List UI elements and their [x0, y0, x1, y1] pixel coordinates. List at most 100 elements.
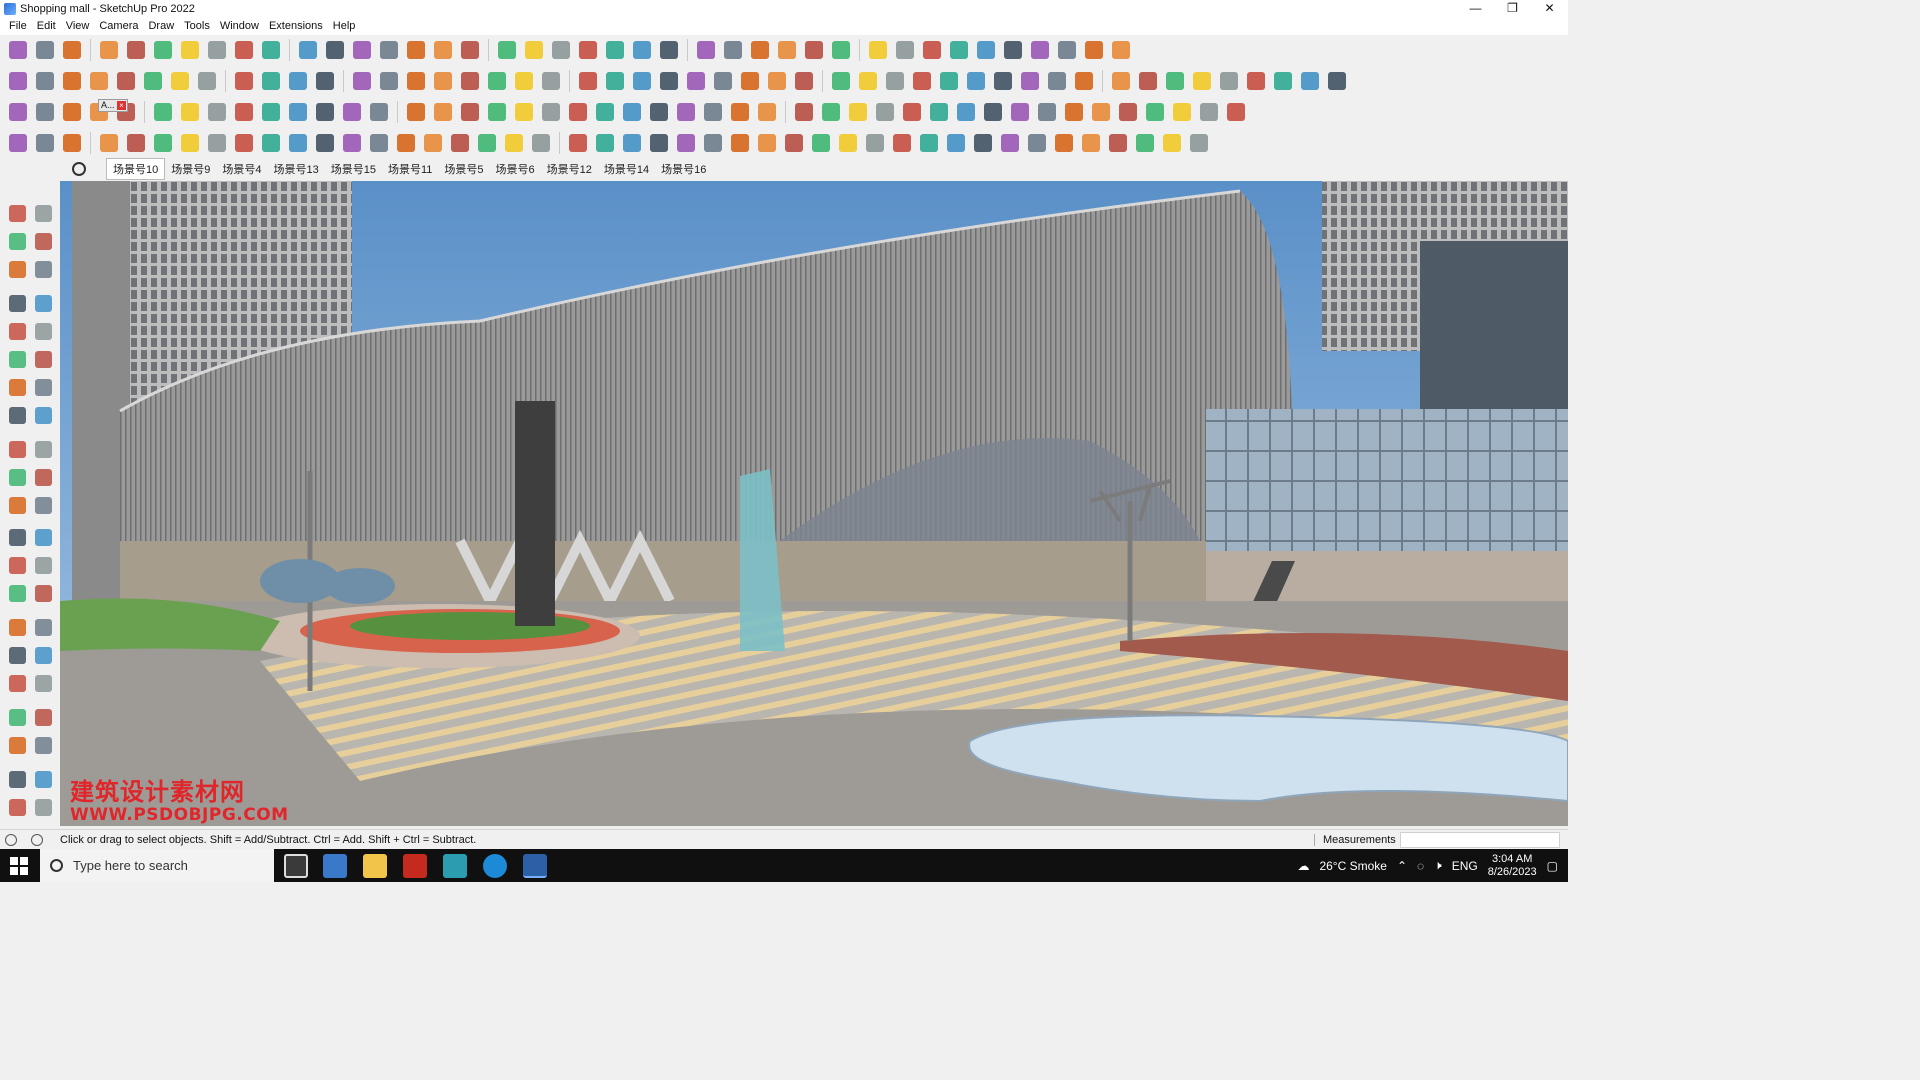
toolbar-tool-icon[interactable] — [630, 38, 654, 62]
toolbar-tool-icon[interactable] — [566, 100, 590, 124]
toolbar-tool-icon[interactable] — [1055, 38, 1079, 62]
toolbar-tool-icon[interactable] — [394, 131, 418, 155]
left-tool-icon[interactable] — [32, 348, 54, 370]
menu-tools[interactable]: Tools — [179, 18, 215, 35]
geo-location-icon[interactable] — [5, 833, 17, 846]
toolbar-tool-icon[interactable] — [529, 131, 553, 155]
toolbar-tool-icon[interactable] — [836, 131, 860, 155]
toolbar-tool-icon[interactable] — [748, 38, 772, 62]
sketchup-taskbar-icon[interactable] — [523, 854, 547, 878]
toolbar-tool-icon[interactable] — [856, 69, 880, 93]
toolbar-tool-icon[interactable] — [819, 100, 843, 124]
toolbar-tool-icon[interactable] — [981, 100, 1005, 124]
toolbar-tool-icon[interactable] — [890, 131, 914, 155]
toolbar-tool-icon[interactable] — [1018, 69, 1042, 93]
model-viewport[interactable] — [60, 181, 1568, 826]
toolbar-tool-icon[interactable] — [809, 131, 833, 155]
toolbar-tool-icon[interactable] — [458, 100, 482, 124]
toolbar-tool-icon[interactable] — [1170, 100, 1194, 124]
toolbar-tool-icon[interactable] — [701, 100, 725, 124]
menu-camera[interactable]: Camera — [94, 18, 143, 35]
menu-window[interactable]: Window — [215, 18, 264, 35]
left-tool-icon[interactable] — [6, 706, 28, 728]
toolbar-tool-icon[interactable] — [755, 100, 779, 124]
toolbar-tool-icon[interactable] — [178, 131, 202, 155]
toolbar-tool-icon[interactable] — [539, 69, 563, 93]
toolbar-tool-icon[interactable] — [232, 100, 256, 124]
toolbar-tool-icon[interactable] — [60, 69, 84, 93]
notifications-icon[interactable]: ▢ — [1547, 859, 1558, 873]
toolbar-tool-icon[interactable] — [313, 69, 337, 93]
toolbar-tool-icon[interactable] — [485, 69, 509, 93]
toolbar-tool-icon[interactable] — [1109, 38, 1133, 62]
toolbar-tool-icon[interactable] — [603, 69, 627, 93]
left-tool-icon[interactable] — [32, 672, 54, 694]
toolbar-tool-icon[interactable] — [33, 69, 57, 93]
toolbar-tool-icon[interactable] — [991, 69, 1015, 93]
toolbar-tool-icon[interactable] — [647, 100, 671, 124]
toolbar-tool-icon[interactable] — [350, 69, 374, 93]
toolbar-tool-icon[interactable] — [829, 69, 853, 93]
toolbar-tool-icon[interactable] — [1072, 69, 1096, 93]
toolbar-tool-icon[interactable] — [893, 38, 917, 62]
toolbar-tool-icon[interactable] — [576, 69, 600, 93]
toolbar-tool-icon[interactable] — [1109, 69, 1133, 93]
toolbar-tool-icon[interactable] — [947, 38, 971, 62]
calculator-app-icon[interactable] — [323, 854, 347, 878]
toolbar-tool-icon[interactable] — [927, 100, 951, 124]
scene-tab[interactable]: 场景号14 — [598, 159, 655, 179]
toolbar-tool-icon[interactable] — [502, 131, 526, 155]
toolbar-tool-icon[interactable] — [114, 69, 138, 93]
toolbar-tool-icon[interactable] — [866, 38, 890, 62]
toolbar-tool-icon[interactable] — [431, 38, 455, 62]
toolbar-tool-icon[interactable] — [60, 100, 84, 124]
scene-tab[interactable]: 场景号12 — [541, 159, 598, 179]
toolbar-tool-icon[interactable] — [6, 69, 30, 93]
toolbar-tool-icon[interactable] — [873, 100, 897, 124]
toolbar-tool-icon[interactable] — [620, 131, 644, 155]
toolbar-tool-icon[interactable] — [33, 100, 57, 124]
scene-tab[interactable]: 场景号4 — [216, 159, 267, 179]
toolbar-tool-icon[interactable] — [620, 100, 644, 124]
left-tool-icon[interactable] — [32, 376, 54, 398]
toolbar-tool-icon[interactable] — [910, 69, 934, 93]
measurements-input[interactable] — [1400, 831, 1560, 848]
left-tool-icon[interactable] — [6, 616, 28, 638]
toolbar-tool-icon[interactable] — [694, 38, 718, 62]
toolbar-tool-icon[interactable] — [829, 38, 853, 62]
left-tool-icon[interactable] — [32, 768, 54, 790]
network-icon[interactable]: ◌ — [1417, 859, 1424, 873]
toolbar-tool-icon[interactable] — [1106, 131, 1130, 155]
left-tool-icon[interactable] — [6, 348, 28, 370]
left-tool-icon[interactable] — [32, 292, 54, 314]
left-tool-icon[interactable] — [6, 202, 28, 224]
toolbar-tool-icon[interactable] — [1001, 38, 1025, 62]
toolbar-tool-icon[interactable] — [195, 69, 219, 93]
left-tool-icon[interactable] — [32, 796, 54, 818]
toolbar-tool-icon[interactable] — [1271, 69, 1295, 93]
task-view-icon[interactable] — [284, 854, 308, 878]
toolbar-tool-icon[interactable] — [971, 131, 995, 155]
scene-tab[interactable]: 场景号6 — [490, 159, 541, 179]
left-tool-icon[interactable] — [6, 554, 28, 576]
left-tool-icon[interactable] — [6, 258, 28, 280]
acrobat-icon[interactable] — [403, 854, 427, 878]
scene-tab[interactable]: 场景号9 — [165, 159, 216, 179]
toolbar-tool-icon[interactable] — [954, 100, 978, 124]
toolbar-tool-icon[interactable] — [846, 100, 870, 124]
toolbar-tool-icon[interactable] — [1089, 100, 1113, 124]
toolbar-tool-icon[interactable] — [738, 69, 762, 93]
toolbar-tool-icon[interactable] — [404, 38, 428, 62]
menu-help[interactable]: Help — [328, 18, 361, 35]
toolbar-tool-icon[interactable] — [1062, 100, 1086, 124]
left-tool-icon[interactable] — [32, 258, 54, 280]
toolbar-tool-icon[interactable] — [259, 100, 283, 124]
left-tool-icon[interactable] — [32, 466, 54, 488]
volume-muted-icon[interactable]: 🕨 — [1434, 858, 1442, 873]
toolbar-tool-icon[interactable] — [1244, 69, 1268, 93]
left-tool-icon[interactable] — [32, 230, 54, 252]
toolbar-tool-icon[interactable] — [964, 69, 988, 93]
left-tool-icon[interactable] — [32, 438, 54, 460]
toolbar-tool-icon[interactable] — [205, 131, 229, 155]
toolbar-tool-icon[interactable] — [296, 38, 320, 62]
